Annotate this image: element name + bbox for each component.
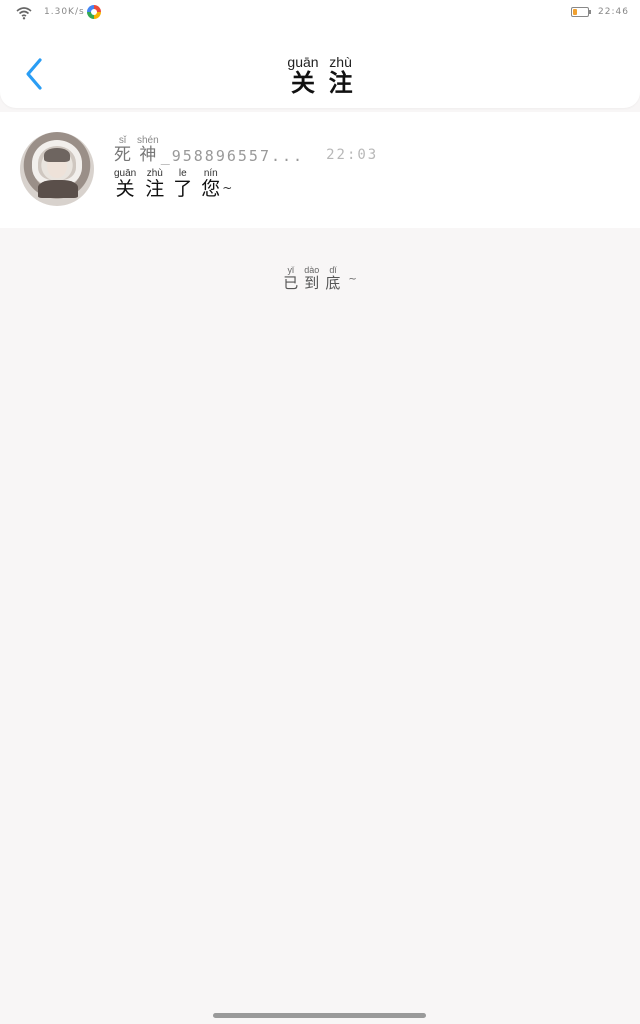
- username-char: shén 神: [137, 136, 159, 165]
- message-char: nín 您: [201, 169, 220, 200]
- message-char: le 了: [173, 169, 192, 200]
- username-suffix: _958896557...: [160, 146, 305, 165]
- status-bar: 1.30K/s 22:46: [0, 0, 640, 28]
- username-char: sǐ 死: [114, 136, 131, 165]
- message-hanzi: 您: [201, 178, 221, 200]
- wifi-icon: [16, 7, 32, 20]
- avatar[interactable]: [20, 132, 94, 206]
- home-indicator[interactable]: [213, 1013, 426, 1018]
- end-note-hanzi: 底: [325, 274, 341, 292]
- battery-level-fill: [573, 9, 577, 15]
- header-bar: 1.30K/s 22:46 guān 关 zhù 注: [0, 0, 640, 108]
- notification-time: 22:03: [326, 147, 379, 164]
- avatar-scarf: [38, 180, 78, 198]
- notification-item[interactable]: sǐ 死 shén 神 _958896557... 22:03 guān 关 z…: [0, 112, 640, 228]
- message-suffix: ~: [222, 181, 233, 195]
- title-hanzi: 注: [328, 68, 353, 97]
- title-pinyin: zhù: [329, 54, 352, 70]
- title-hanzi: 关: [291, 68, 315, 97]
- battery-icon: [571, 7, 591, 17]
- status-time: 22:46: [598, 7, 629, 17]
- username-hanzi: 神: [139, 145, 157, 165]
- username[interactable]: sǐ 死 shén 神 _958896557... 22:03: [114, 136, 378, 165]
- end-note-suffix: ~: [348, 274, 357, 285]
- username-hanzi: 死: [114, 145, 131, 165]
- page-title: guān 关 zhù 注: [0, 52, 640, 96]
- end-note-char: yǐ 已: [283, 266, 298, 292]
- message-char: guān 关: [114, 169, 136, 200]
- end-note-hanzi: 到: [304, 274, 320, 292]
- end-note-char: dǐ 底: [325, 266, 340, 292]
- message-hanzi: 了: [173, 178, 193, 200]
- end-of-list-note: yǐ 已 dào 到 dǐ 底 ~: [0, 258, 640, 292]
- page: 1.30K/s 22:46 guān 关 zhù 注 sǐ 死 shén 神 _…: [0, 0, 640, 1024]
- title-pinyin: guān: [287, 54, 319, 70]
- message-char: zhù 注: [145, 169, 164, 200]
- message-hanzi: 注: [145, 178, 165, 200]
- end-note-char: dào 到: [304, 266, 319, 292]
- avatar-hair: [44, 148, 70, 162]
- message-hanzi: 关: [115, 178, 135, 200]
- title-char: zhù 注: [329, 55, 353, 96]
- title-char: guān 关: [287, 55, 318, 96]
- notification-message: guān 关 zhù 注 le 了 nín 您 ~: [114, 169, 232, 200]
- network-speed: 1.30K/s: [44, 7, 85, 17]
- colorful-app-icon: [87, 5, 101, 19]
- end-note-hanzi: 已: [283, 274, 299, 292]
